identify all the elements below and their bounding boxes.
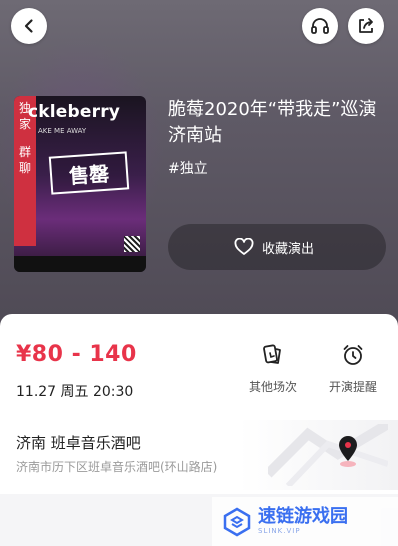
back-button[interactable] (11, 8, 47, 44)
show-reminder-label: 开演提醒 (328, 380, 377, 394)
sold-out-stamp: 售罄 (48, 151, 130, 195)
genre-tag[interactable]: #独立 (168, 158, 208, 178)
customer-service-button[interactable] (302, 8, 338, 44)
watermark: 速链游戏园 SLINK.VIP (212, 497, 398, 546)
poster-footer (14, 256, 146, 272)
poster-tour-subtitle: AKE ME AWAY (38, 127, 87, 135)
watermark-text: 速链游戏园 (258, 506, 348, 527)
group-chat-badge: 群聊 (18, 145, 31, 175)
show-reminder-button[interactable]: 开演提醒 (321, 342, 385, 395)
cards-icon (241, 342, 305, 368)
poster-band-name: ckleberry (28, 102, 121, 122)
watermark-sub: SLINK.VIP (258, 527, 301, 535)
chevron-left-icon (24, 19, 33, 33)
venue-address: 济南市历下区班卓音乐酒吧(环山路店) (16, 460, 218, 474)
price-range: ¥80 - 140 (16, 342, 137, 367)
alarm-clock-icon (321, 342, 385, 368)
other-sessions-label: 其他场次 (248, 380, 297, 394)
watermark-logo-icon (223, 507, 251, 536)
location-pin-icon[interactable] (333, 434, 363, 472)
headset-icon (311, 18, 329, 34)
other-sessions-button[interactable]: 其他场次 (241, 342, 305, 395)
favorite-label: 收藏演出 (262, 241, 315, 257)
share-icon (359, 18, 373, 33)
favorite-button[interactable]: 收藏演出 (168, 224, 386, 270)
venue-name: 济南 班卓音乐酒吧 (16, 434, 141, 452)
event-title: 脆莓2020年“带我走”巡演 济南站 (168, 99, 377, 146)
event-datetime: 11.27 周五 20:30 (16, 384, 134, 400)
share-button[interactable] (348, 8, 384, 44)
qr-code-icon (124, 236, 140, 252)
map-illustration (268, 424, 388, 486)
event-poster[interactable]: 独家 群聊 ckleberry AKE ME AWAY 售罄 (14, 96, 146, 272)
heart-icon (234, 238, 254, 256)
